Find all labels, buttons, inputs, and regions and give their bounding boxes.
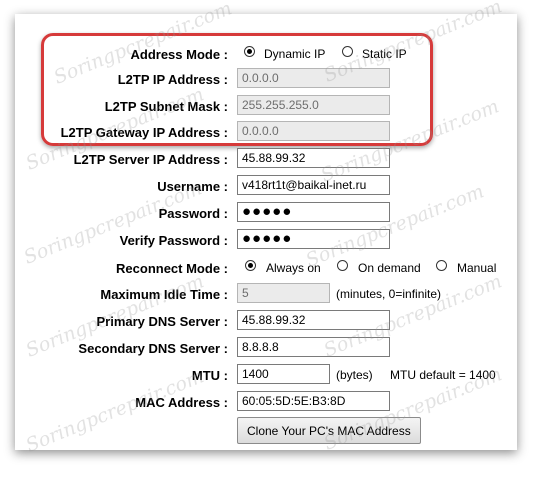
clone-mac-button[interactable]: Clone Your PC's MAC Address: [237, 417, 421, 444]
username-row: Username :: [0, 175, 548, 201]
l2tp-server-row: L2TP Server IP Address :: [0, 148, 548, 174]
on-demand-radio[interactable]: [337, 260, 348, 271]
mtu-default-note: MTU default = 1400: [390, 368, 496, 382]
password-row: Password : ●●●●●: [0, 202, 548, 228]
verify-password-row: Verify Password : ●●●●●: [0, 229, 548, 255]
secondary-dns-row: Secondary DNS Server :: [0, 337, 548, 363]
always-on-radio[interactable]: [245, 260, 256, 271]
mtu-unit: (bytes): [336, 368, 373, 382]
idle-time-note: (minutes, 0=infinite): [336, 287, 442, 301]
clone-mac-row: Clone Your PC's MAC Address: [0, 417, 548, 445]
always-on-label: Always on: [266, 261, 321, 275]
primary-dns-label: Primary DNS Server :: [96, 314, 228, 329]
username-label: Username :: [157, 179, 228, 194]
verify-password-label: Verify Password :: [119, 233, 228, 248]
idle-time-row: Maximum Idle Time : (minutes, 0=infinite…: [0, 283, 548, 309]
mac-input[interactable]: [237, 391, 390, 411]
password-input[interactable]: ●●●●●: [237, 202, 390, 222]
reconnect-mode-label: Reconnect Mode :: [116, 261, 228, 276]
mtu-row: MTU : (bytes) MTU default = 1400: [0, 364, 548, 390]
idle-time-input[interactable]: [237, 283, 330, 303]
secondary-dns-input[interactable]: [237, 337, 390, 357]
manual-label: Manual: [457, 261, 497, 275]
verify-password-input[interactable]: ●●●●●: [237, 229, 390, 249]
mtu-input[interactable]: [237, 364, 330, 384]
l2tp-server-input[interactable]: [237, 148, 390, 168]
reconnect-mode-row: Reconnect Mode : Always on On demand Man…: [0, 257, 548, 283]
manual-radio[interactable]: [436, 260, 447, 271]
primary-dns-input[interactable]: [237, 310, 390, 330]
username-input[interactable]: [237, 175, 390, 195]
mtu-label: MTU :: [191, 368, 228, 383]
password-label: Password :: [158, 206, 228, 221]
l2tp-server-label: L2TP Server IP Address :: [73, 152, 228, 167]
idle-time-label: Maximum Idle Time :: [100, 287, 228, 302]
secondary-dns-label: Secondary DNS Server :: [78, 341, 228, 356]
primary-dns-row: Primary DNS Server :: [0, 310, 548, 336]
highlight-frame: [41, 33, 433, 146]
mac-label: MAC Address :: [135, 395, 228, 410]
on-demand-label: On demand: [358, 261, 421, 275]
mac-row: MAC Address :: [0, 391, 548, 417]
